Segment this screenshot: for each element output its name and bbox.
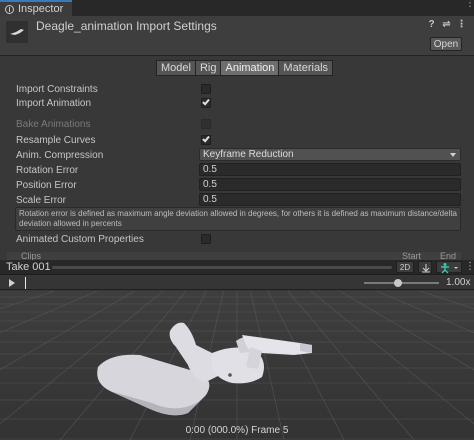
timeline-cursor[interactable] <box>25 277 26 289</box>
position-error-label: Position Error <box>16 179 77 191</box>
bake-animations-checkbox <box>201 119 211 129</box>
preview-menu-icon[interactable]: ⋮ <box>465 261 474 272</box>
resample-curves-checkbox[interactable] <box>201 134 211 145</box>
import-tabs: Model Rig Animation Materials <box>156 60 334 76</box>
page-title: Deagle_animation Import Settings <box>36 19 217 33</box>
anim-compression-dropdown[interactable]: Keyframe Reduction <box>199 148 461 161</box>
tab-model[interactable]: Model <box>156 60 196 76</box>
import-animation-checkbox[interactable] <box>201 97 211 108</box>
inspector-tab-bar: Inspector ⋮ <box>0 0 474 16</box>
speed-slider-knob[interactable] <box>393 279 402 287</box>
import-constraints-checkbox[interactable] <box>201 84 211 94</box>
import-constraints-label: Import Constraints <box>16 83 98 95</box>
model-thumbnail-icon <box>10 29 24 35</box>
checkmark-icon <box>202 97 210 106</box>
inspector-tab[interactable]: Inspector <box>0 0 72 16</box>
animated-custom-properties-label: Animated Custom Properties <box>16 233 144 245</box>
resample-curves-label: Resample Curves <box>16 134 96 146</box>
rotation-error-field[interactable]: 0.5 <box>199 163 461 176</box>
pivot-toggle[interactable] <box>418 261 432 273</box>
import-settings-header: Deagle_animation Import Settings ? ⇌ ⋮ O… <box>0 16 474 56</box>
anim-compression-value: Keyframe Reduction <box>203 149 294 160</box>
help-icon[interactable]: ? <box>427 19 436 30</box>
playback-bar: 1.00x <box>0 276 474 290</box>
info-icon <box>5 4 14 14</box>
tab-rig[interactable]: Rig <box>194 60 222 76</box>
import-animation-label: Import Animation <box>16 97 92 109</box>
position-error-field[interactable]: 0.5 <box>199 178 461 191</box>
animated-custom-properties-checkbox[interactable] <box>201 234 211 244</box>
tab-menu-icon[interactable]: ⋮ <box>465 0 474 9</box>
play-icon[interactable] <box>9 279 15 287</box>
clips-header <box>7 252 461 260</box>
preview-resize-handle[interactable] <box>52 266 392 269</box>
chevron-down-icon <box>450 153 456 157</box>
speed-value: 1.00x <box>446 277 471 288</box>
scale-error-field[interactable]: 0.5 <box>199 193 461 206</box>
bake-animations-label: Bake Animations <box>16 118 91 130</box>
scale-error-label: Scale Error <box>16 194 67 206</box>
open-button[interactable]: Open <box>430 37 462 51</box>
avatar-dropdown[interactable] <box>436 261 462 274</box>
asset-thumbnail <box>6 21 28 43</box>
take-label: Take 001 <box>6 261 51 273</box>
preview-status: 0:00 (000.0%) Frame 5 <box>185 425 289 436</box>
preview-header: Take 001 2D ⋮ <box>0 260 474 275</box>
preview-scene <box>0 291 474 440</box>
mode-2d-button[interactable]: 2D <box>396 261 414 273</box>
help-box: Rotation error is defined as maximum ang… <box>15 207 461 231</box>
rotation-error-label: Rotation Error <box>16 164 79 176</box>
tab-materials[interactable]: Materials <box>278 60 334 76</box>
checkmark-icon <box>202 134 210 143</box>
inspector-tab-label: Inspector <box>18 3 64 15</box>
more-options-icon[interactable]: ⋮ <box>457 19 467 30</box>
tab-animation[interactable]: Animation <box>220 60 280 76</box>
animation-preview-viewport[interactable]: 0:00 (000.0%) Frame 5 <box>0 291 474 440</box>
avatar-icon <box>441 263 458 274</box>
anim-compression-label: Anim. Compression <box>16 149 104 161</box>
preset-icon[interactable]: ⇌ <box>442 19 451 30</box>
pivot-icon <box>422 264 430 273</box>
